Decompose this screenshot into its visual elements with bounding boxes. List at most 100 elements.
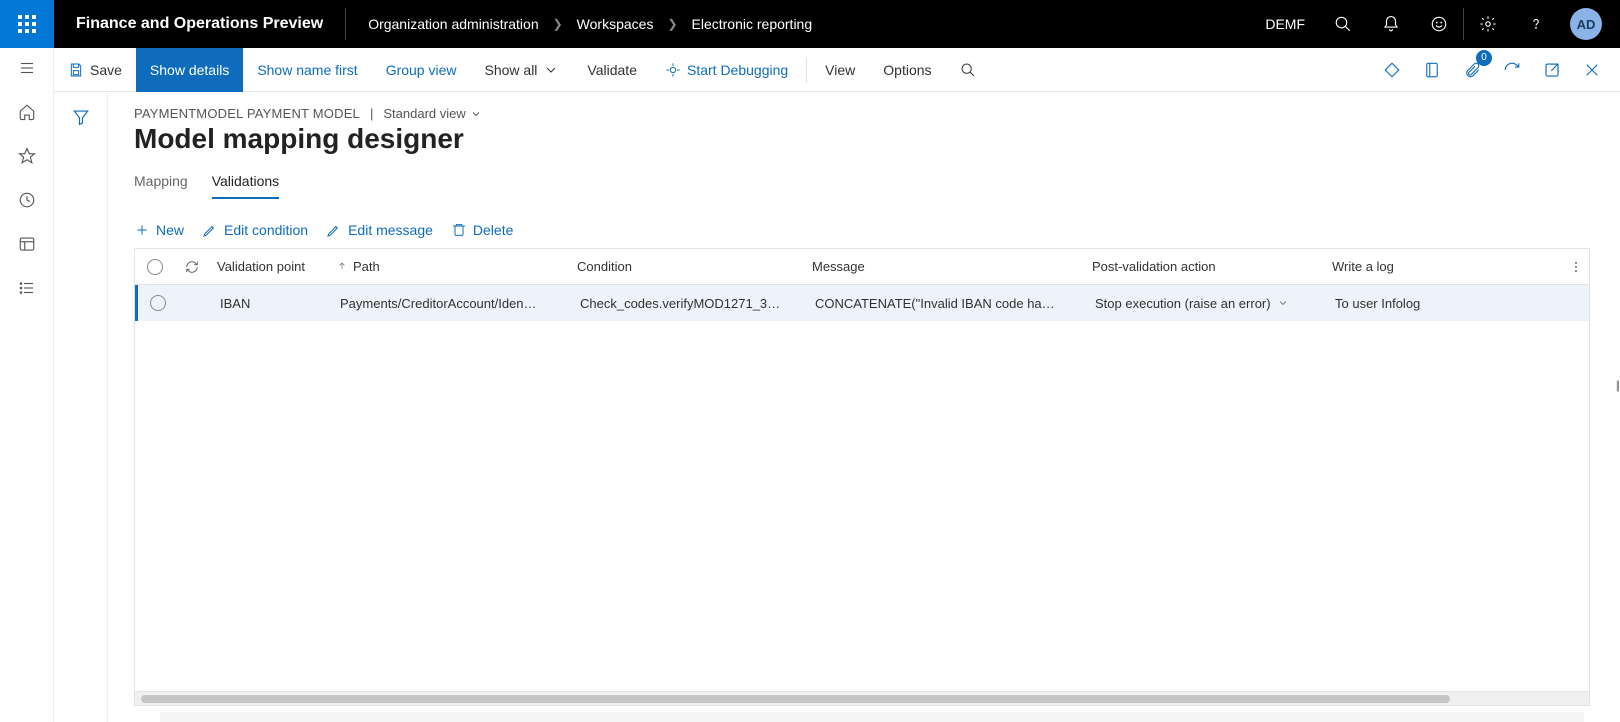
delete-button[interactable]: Delete xyxy=(451,222,513,238)
save-button[interactable]: Save xyxy=(54,48,136,92)
popout-button[interactable] xyxy=(1534,52,1570,88)
notifications-button[interactable] xyxy=(1367,0,1415,48)
grid-body: IBAN Payments/CreditorAccount/Iden… Chec… xyxy=(135,285,1589,691)
view-selector[interactable]: Standard view xyxy=(383,106,481,121)
row-checkbox[interactable] xyxy=(138,295,178,311)
bell-icon xyxy=(1382,15,1400,33)
show-name-first-button[interactable]: Show name first xyxy=(243,48,371,92)
tab-mapping[interactable]: Mapping xyxy=(134,173,188,199)
save-icon xyxy=(68,62,84,78)
star-icon xyxy=(18,147,36,165)
popout-icon xyxy=(1543,61,1561,79)
top-navbar: Finance and Operations Preview Organizat… xyxy=(0,0,1620,48)
cell-validation-point[interactable]: IBAN xyxy=(212,296,332,311)
vdots-icon xyxy=(1569,260,1583,274)
page-horizontal-scrollbar[interactable] xyxy=(160,712,1584,722)
home-icon xyxy=(18,103,36,121)
settings-button[interactable] xyxy=(1464,0,1512,48)
select-all-checkbox[interactable] xyxy=(135,259,175,275)
home-button[interactable] xyxy=(15,100,39,124)
col-validation-point[interactable]: Validation point xyxy=(209,259,329,274)
left-nav-rail xyxy=(0,48,54,722)
right-panel-grip[interactable]: || xyxy=(1616,378,1618,392)
workspaces-button[interactable] xyxy=(15,232,39,256)
cell-message[interactable]: CONCATENATE("Invalid IBAN code ha… xyxy=(807,296,1087,311)
help-button[interactable] xyxy=(1512,0,1560,48)
breadcrumb-item[interactable]: Electronic reporting xyxy=(692,16,813,32)
show-all-dropdown[interactable]: Show all xyxy=(471,48,574,92)
show-details-label: Show details xyxy=(150,62,229,78)
grid-icon xyxy=(18,235,36,253)
main-area: Save Show details Show name first Group … xyxy=(54,48,1620,722)
attachments-button[interactable]: 0 xyxy=(1454,52,1490,88)
recent-button[interactable] xyxy=(15,188,39,212)
show-all-label: Show all xyxy=(485,62,538,78)
avatar[interactable]: AD xyxy=(1570,8,1602,40)
office-icon xyxy=(1423,61,1441,79)
grid-refresh-button[interactable] xyxy=(175,260,209,274)
modules-button[interactable] xyxy=(15,276,39,300)
search-button[interactable] xyxy=(1319,0,1367,48)
smile-icon xyxy=(1430,15,1448,33)
grid-header-row: Validation point Path Condition Message … xyxy=(135,249,1589,285)
grid-toolbar: New Edit condition Edit message Delete xyxy=(134,222,1602,238)
related-info-button[interactable] xyxy=(1374,52,1410,88)
start-debugging-button[interactable]: Start Debugging xyxy=(651,48,802,92)
edit-condition-button[interactable]: Edit condition xyxy=(202,222,308,238)
chevron-right-icon: ❯ xyxy=(667,17,677,31)
favorites-button[interactable] xyxy=(15,144,39,168)
office-button[interactable] xyxy=(1414,52,1450,88)
scrollbar-thumb[interactable] xyxy=(141,695,1450,703)
sort-asc-icon xyxy=(337,259,347,274)
trash-icon xyxy=(451,222,467,238)
new-label: New xyxy=(156,222,184,238)
feedback-button[interactable] xyxy=(1415,0,1463,48)
column-options-button[interactable] xyxy=(1569,249,1583,285)
refresh-icon xyxy=(1503,61,1521,79)
app-launcher-button[interactable] xyxy=(0,0,54,48)
cell-condition[interactable]: Check_codes.verifyMOD1271_3… xyxy=(572,296,807,311)
waffle-icon xyxy=(18,15,36,33)
col-post-validation-action[interactable]: Post-validation action xyxy=(1084,259,1324,274)
group-view-button[interactable]: Group view xyxy=(372,48,471,92)
separator xyxy=(806,57,807,83)
chevron-down-icon xyxy=(1277,297,1289,309)
page-search-button[interactable] xyxy=(946,48,990,92)
debug-icon xyxy=(665,62,681,78)
clock-icon xyxy=(18,191,36,209)
view-name: Standard view xyxy=(383,106,465,121)
col-path[interactable]: Path xyxy=(329,259,569,274)
legal-entity[interactable]: DEMF xyxy=(1251,16,1319,32)
tab-validations[interactable]: Validations xyxy=(212,173,279,199)
cell-path[interactable]: Payments/CreditorAccount/Iden… xyxy=(332,296,572,311)
table-row[interactable]: IBAN Payments/CreditorAccount/Iden… Chec… xyxy=(135,285,1589,321)
hamburger-button[interactable] xyxy=(15,56,39,80)
breadcrumb-item[interactable]: Workspaces xyxy=(577,16,654,32)
save-label: Save xyxy=(90,62,122,78)
refresh-button[interactable] xyxy=(1494,52,1530,88)
edit-message-button[interactable]: Edit message xyxy=(326,222,433,238)
col-write-a-log[interactable]: Write a log xyxy=(1324,259,1464,274)
options-label: Options xyxy=(883,62,931,78)
view-menu[interactable]: View xyxy=(811,48,869,92)
col-message[interactable]: Message xyxy=(804,259,1084,274)
filter-button[interactable] xyxy=(72,108,90,722)
new-button[interactable]: New xyxy=(134,222,184,238)
close-button[interactable] xyxy=(1574,52,1610,88)
hamburger-icon xyxy=(18,59,36,77)
search-icon xyxy=(960,62,976,78)
page-title: Model mapping designer xyxy=(134,123,1602,155)
cell-write-a-log[interactable]: To user Infolog xyxy=(1327,296,1467,311)
chevron-down-icon xyxy=(543,62,559,78)
view-label: View xyxy=(825,62,855,78)
pencil-icon xyxy=(202,222,218,238)
breadcrumb-item[interactable]: Organization administration xyxy=(368,16,538,32)
validate-button[interactable]: Validate xyxy=(573,48,651,92)
validate-label: Validate xyxy=(587,62,637,78)
grid-horizontal-scrollbar[interactable] xyxy=(135,691,1589,705)
cell-post-validation-action[interactable]: Stop execution (raise an error) xyxy=(1087,296,1327,311)
app-title: Finance and Operations Preview xyxy=(54,15,345,33)
show-details-button[interactable]: Show details xyxy=(136,48,243,92)
col-condition[interactable]: Condition xyxy=(569,259,804,274)
options-menu[interactable]: Options xyxy=(869,48,945,92)
